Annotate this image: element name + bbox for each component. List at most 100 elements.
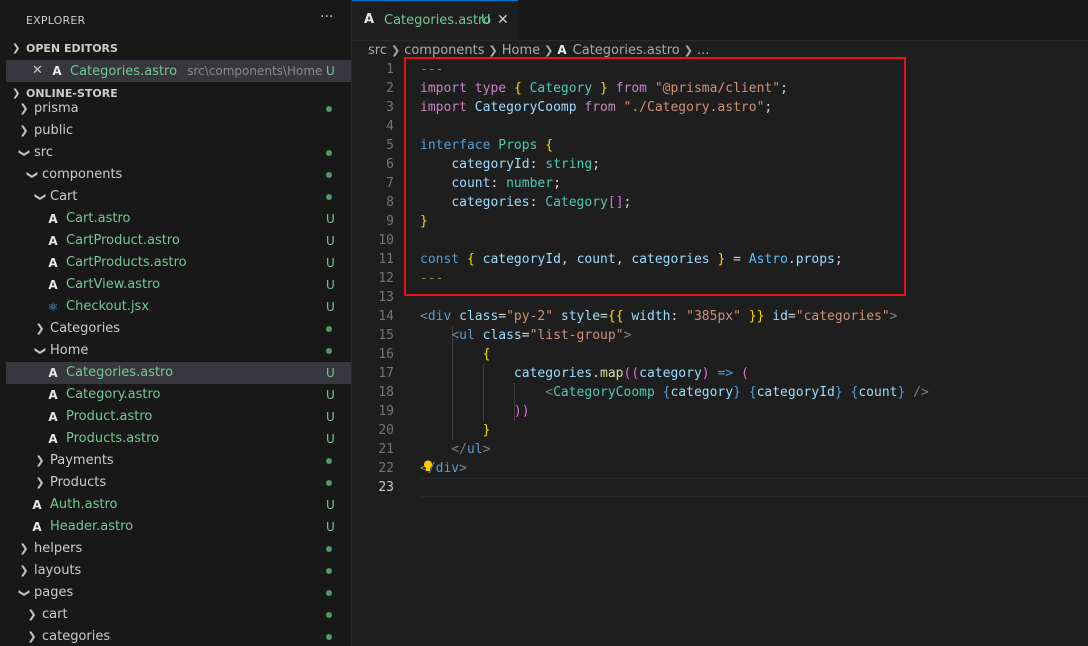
line-number: 23 [378,480,394,495]
tree-item-label: src [34,145,53,160]
code-line[interactable]: <ul class="list-group"> [420,326,631,345]
tree-folder[interactable]: ❯ Categories [6,318,351,340]
untracked-badge: U [326,300,335,314]
tree-file[interactable]: A Header.astro U [6,516,351,538]
tree-file[interactable]: A Auth.astro U [6,494,351,516]
tree-item-label: prisma [34,101,79,116]
tree-file[interactable]: A Product.astro U [6,406,351,428]
tab-categories-astro[interactable]: A Categories.astro U ✕ [352,0,518,40]
tree-folder[interactable]: ❯ layouts [6,560,351,582]
tree-item-label: Home [50,343,89,358]
close-icon[interactable]: ✕ [497,12,509,28]
code-line[interactable]: </ul> [420,440,490,459]
code-line[interactable]: } [420,421,491,440]
tree-folder[interactable]: ❯ prisma [6,98,351,120]
code-token: < [545,385,554,400]
tree-folder[interactable]: ❯ components [6,164,351,186]
breadcrumb-item[interactable]: src [368,43,387,58]
code-token: => [717,366,741,381]
astro-file-icon: A [48,410,58,424]
tree-file[interactable]: A CartProduct.astro U [6,230,351,252]
untracked-badge: U [326,432,335,446]
line-number: 14 [378,309,394,324]
tree-file[interactable]: A Categories.astro U [6,362,351,384]
close-icon[interactable]: ✕ [32,60,43,82]
code-token: CategoryCoomp [553,385,663,400]
tree-item-label: Categories [50,321,121,336]
code-token: < [420,309,428,324]
tree-folder[interactable]: ❯ categories [6,626,351,646]
tree-item-label: Cart [50,189,78,204]
tab-bar: A Categories.astro U ✕ [352,0,1088,41]
tree-folder[interactable]: ❯ Payments [6,450,351,472]
open-editor-name: Categories.astro [70,64,178,79]
breadcrumb-item[interactable]: Home [502,43,540,58]
line-number: 15 [378,328,394,343]
tree-folder[interactable]: ❯ public [6,120,351,142]
code-line[interactable]: <CategoryCoomp {category} {categoryId} {… [420,383,929,402]
code-line[interactable]: categories.map((category) => ( [420,364,749,383]
code-token: id [772,309,788,324]
code-line[interactable]: <div class="py-2" style={{ width: "385px… [420,307,898,326]
untracked-badge: U [326,388,335,402]
code-token: class [459,309,499,324]
code-token: map [600,366,624,381]
tree-folder[interactable]: ❯ Cart [6,186,351,208]
code-token: "py-2" [506,309,561,324]
tree-file[interactable]: A CartProducts.astro U [6,252,351,274]
tree-file[interactable]: A Cart.astro U [6,208,351,230]
tree-item-label: Category.astro [66,387,161,402]
chevron-right-icon: ❯ [27,630,37,643]
tree-folder[interactable]: ❯ helpers [6,538,351,560]
open-editor-item[interactable]: ✕ A Categories.astro src\components\Home… [6,60,351,82]
tree-item-label: CartProducts.astro [66,255,187,270]
code-token: width [631,309,671,324]
tree-file[interactable]: A Products.astro U [6,428,351,450]
annotation-highlight-box [404,57,906,296]
astro-file-icon: A [364,12,375,27]
tree-item-label: Auth.astro [50,497,118,512]
code-token: } [834,385,851,400]
change-indicator-dot [326,348,332,354]
code-line[interactable]: { [420,345,491,364]
line-number: 12 [378,271,394,286]
tree-folder[interactable]: ❯ cart [6,604,351,626]
more-actions-icon[interactable]: ··· [320,9,333,25]
tree-file[interactable]: A CartView.astro U [6,274,351,296]
code-token: }} [748,309,773,324]
line-number: 1 [386,62,394,77]
tree-file[interactable]: ⚛ Checkout.jsx U [6,296,351,318]
breadcrumb-item[interactable]: Categories.astro [573,43,680,58]
open-editors-section[interactable]: ❯ OPEN EDITORS [6,38,351,60]
tree-folder[interactable]: ❯ Home [6,340,351,362]
astro-file-icon: A [32,498,42,512]
astro-file-icon: A [557,43,567,57]
breadcrumb-item[interactable]: components [404,43,484,58]
tree-folder[interactable]: ❯ pages [6,582,351,604]
tree-folder[interactable]: ❯ src [6,142,351,164]
chevron-down-icon: ❯ [34,192,47,202]
lightbulb-icon[interactable] [423,460,433,472]
chevron-right-icon: ❯ [19,102,29,115]
tree-item-label: Checkout.jsx [66,299,150,314]
tree-item-label: components [42,167,123,182]
code-token: { [748,385,757,400]
code-token: ul [466,442,483,457]
astro-file-icon: A [48,212,58,226]
code-token: < [451,328,460,343]
line-number: 7 [386,176,394,191]
change-indicator-dot [326,106,332,112]
tree-item-label: Payments [50,453,114,468]
code-token: </ [451,442,467,457]
astro-file-icon: A [52,64,62,78]
open-editor-path: src\components\Home [187,64,323,78]
code-token: { [482,347,491,362]
tree-folder[interactable]: ❯ Products [6,472,351,494]
tree-file[interactable]: A Category.astro U [6,384,351,406]
code-line[interactable]: )) [420,402,530,421]
code-token: )) [513,404,530,419]
code-token: class [482,328,522,343]
breadcrumb-item[interactable]: ... [697,43,709,58]
